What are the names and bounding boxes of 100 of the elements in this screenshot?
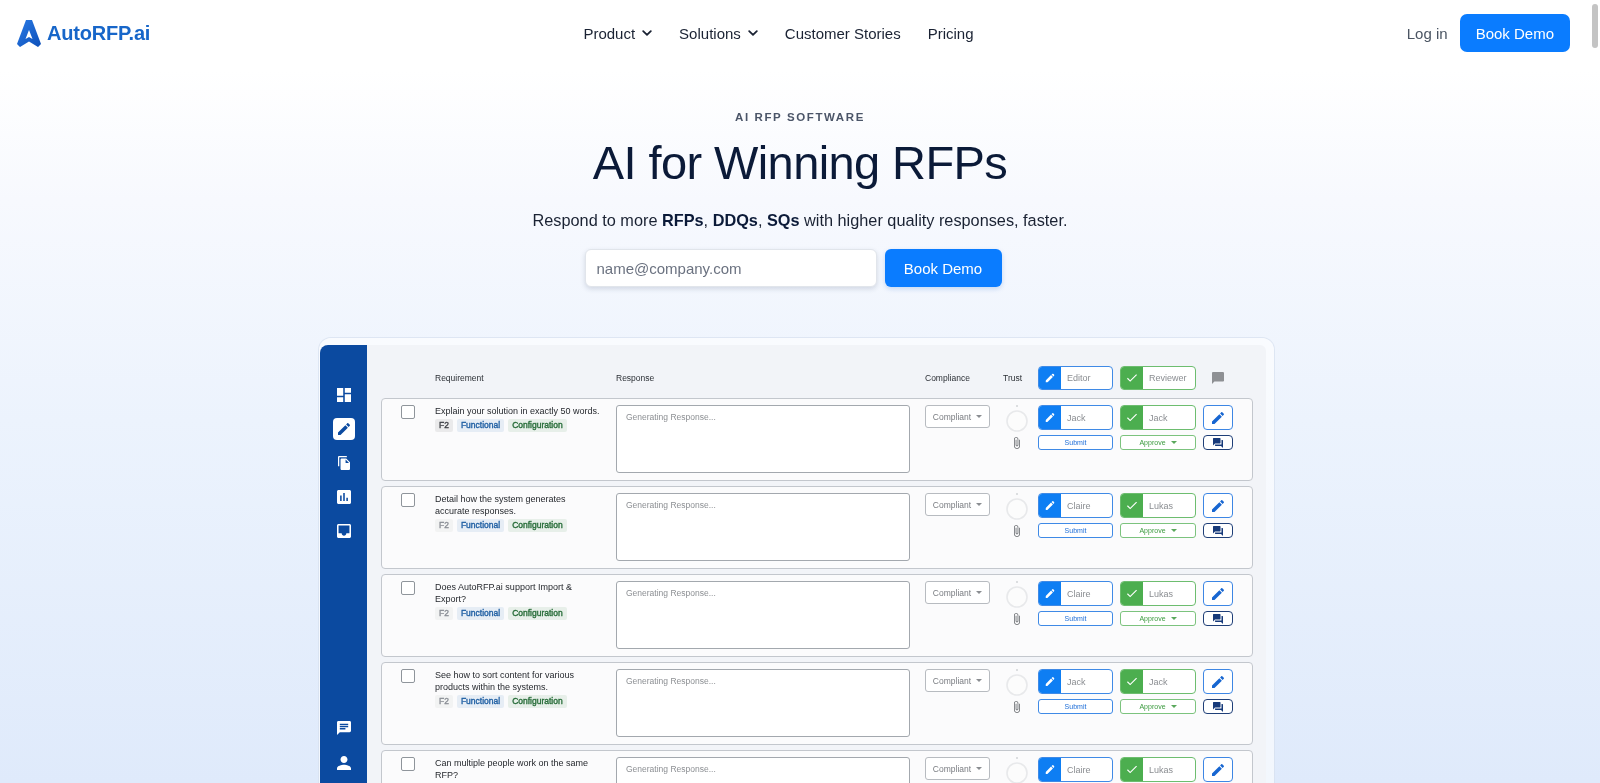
- reviewer-select[interactable]: Lukas: [1120, 757, 1196, 782]
- chat-icon[interactable]: [336, 721, 351, 735]
- copy-icon[interactable]: [337, 456, 350, 470]
- nav-link[interactable]: Solutions: [679, 24, 758, 42]
- paperclip-icon[interactable]: [1014, 525, 1020, 537]
- editor-select[interactable]: Claire: [1038, 493, 1113, 518]
- check-icon: [1121, 406, 1143, 429]
- category-tag: F2: [435, 519, 453, 532]
- pencil-icon: [1212, 763, 1224, 776]
- logo-link[interactable]: AutoRFP.ai: [17, 19, 151, 47]
- pencil-icon: [1039, 670, 1061, 693]
- nav-link[interactable]: Pricing: [927, 24, 974, 42]
- paperclip-icon[interactable]: [1014, 701, 1020, 713]
- row-checkbox[interactable]: [401, 493, 415, 507]
- book-demo-button[interactable]: Book Demo: [1459, 14, 1570, 52]
- caret-icon: [1170, 529, 1177, 532]
- category-tag: Configuration: [508, 519, 567, 532]
- column-header: Trust: [1002, 373, 1024, 383]
- response-field[interactable]: Generating Response...: [616, 757, 910, 783]
- pencil-icon: [1039, 494, 1061, 517]
- category-tag: Configuration: [508, 695, 567, 708]
- response-field[interactable]: Generating Response...: [616, 405, 910, 473]
- row-checkbox[interactable]: [401, 669, 415, 683]
- pencil-icon: [1039, 367, 1061, 389]
- pencil-icon: [1039, 406, 1061, 429]
- caret-icon: [976, 591, 983, 594]
- category-tag: Functional: [456, 607, 505, 620]
- editor-select[interactable]: Claire: [1038, 581, 1113, 606]
- comments-button[interactable]: [1203, 699, 1233, 714]
- chevron-down-icon: [747, 30, 758, 36]
- pencil-icon[interactable]: [332, 418, 355, 440]
- bar-chart-icon[interactable]: [336, 490, 351, 504]
- scrollbar-thumb[interactable]: [1592, 4, 1598, 48]
- edit-button[interactable]: [1203, 581, 1233, 606]
- editor-select[interactable]: Claire: [1038, 757, 1113, 782]
- compliance-dropdown[interactable]: Compliant: [925, 757, 990, 780]
- column-header: Response: [616, 373, 656, 383]
- category-tag: Functional: [456, 419, 505, 432]
- book-demo-button[interactable]: Book Demo: [884, 249, 1002, 287]
- compliance-dropdown[interactable]: Compliant: [925, 669, 990, 692]
- response-field[interactable]: Generating Response...: [616, 493, 910, 561]
- row-checkbox[interactable]: [401, 757, 415, 771]
- caret-icon: [976, 767, 983, 770]
- edit-button[interactable]: [1203, 405, 1233, 430]
- hero-title: AI for Winning RFPs: [592, 135, 1008, 191]
- comments-button[interactable]: [1203, 523, 1233, 538]
- category-tag: F2: [435, 695, 453, 708]
- reviewer-select[interactable]: Lukas: [1120, 581, 1196, 606]
- logo-icon: [17, 19, 41, 47]
- editor-filter[interactable]: Editor: [1038, 366, 1113, 390]
- chat-icon: [1213, 613, 1223, 624]
- check-icon: [1121, 670, 1143, 693]
- person-icon[interactable]: [336, 756, 351, 770]
- check-icon: [1121, 494, 1143, 517]
- edit-button[interactable]: [1203, 757, 1233, 782]
- nav-link[interactable]: Product: [583, 24, 653, 42]
- pencil-icon: [1212, 675, 1224, 688]
- dashboard-icon[interactable]: [336, 388, 351, 402]
- inbox-icon[interactable]: [336, 524, 351, 538]
- caret-icon: [1170, 617, 1177, 620]
- category-tag: Functional: [456, 695, 505, 708]
- chat-icon: [1213, 701, 1223, 712]
- paperclip-icon[interactable]: [1014, 613, 1020, 625]
- check-icon: [1121, 367, 1143, 389]
- pencil-icon: [1212, 499, 1224, 512]
- pencil-icon: [1039, 582, 1061, 605]
- requirement-text: Explain your solution in exactly 50 words.: [435, 405, 601, 417]
- caret-icon: [976, 415, 983, 418]
- paperclip-icon[interactable]: [1014, 437, 1020, 449]
- edit-button[interactable]: [1203, 669, 1233, 694]
- comments-button[interactable]: [1203, 435, 1233, 450]
- reviewer-select[interactable]: Jack: [1120, 669, 1196, 694]
- editor-select[interactable]: Jack: [1038, 405, 1113, 430]
- row-checkbox[interactable]: [401, 405, 415, 419]
- caret-icon: [976, 503, 983, 506]
- login-link[interactable]: Log in: [1406, 24, 1448, 42]
- requirement-text: Can multiple people work on the same RFP?: [435, 757, 590, 781]
- category-tag: Configuration: [508, 607, 567, 620]
- edit-button[interactable]: [1203, 493, 1233, 518]
- compliance-dropdown[interactable]: Compliant: [925, 493, 990, 516]
- editor-select[interactable]: Jack: [1038, 669, 1113, 694]
- response-field[interactable]: Generating Response...: [616, 669, 910, 737]
- reviewer-select[interactable]: Lukas: [1120, 493, 1196, 518]
- trust-gauge-icon: [1006, 493, 1028, 520]
- reviewer-select[interactable]: Jack: [1120, 405, 1196, 430]
- category-tag: Configuration: [508, 419, 567, 432]
- column-header: Compliance: [925, 373, 971, 383]
- requirement-text: Detail how the system generates accurate responses.: [435, 493, 567, 517]
- caret-icon: [976, 679, 983, 682]
- reviewer-filter[interactable]: Reviewer: [1120, 366, 1196, 390]
- compliance-dropdown[interactable]: Compliant: [925, 581, 990, 604]
- nav-link[interactable]: Customer Stories: [784, 24, 901, 42]
- email-field[interactable]: name@company.com: [584, 249, 877, 287]
- response-field[interactable]: Generating Response...: [616, 581, 910, 649]
- compliance-dropdown[interactable]: Compliant: [925, 405, 990, 428]
- row-checkbox[interactable]: [401, 581, 415, 595]
- trust-gauge-icon: [1006, 405, 1028, 432]
- comments-button[interactable]: [1203, 611, 1233, 626]
- requirement-text: See how to sort content for various products within the systems.: [435, 669, 576, 693]
- category-tag: F2: [435, 607, 453, 620]
